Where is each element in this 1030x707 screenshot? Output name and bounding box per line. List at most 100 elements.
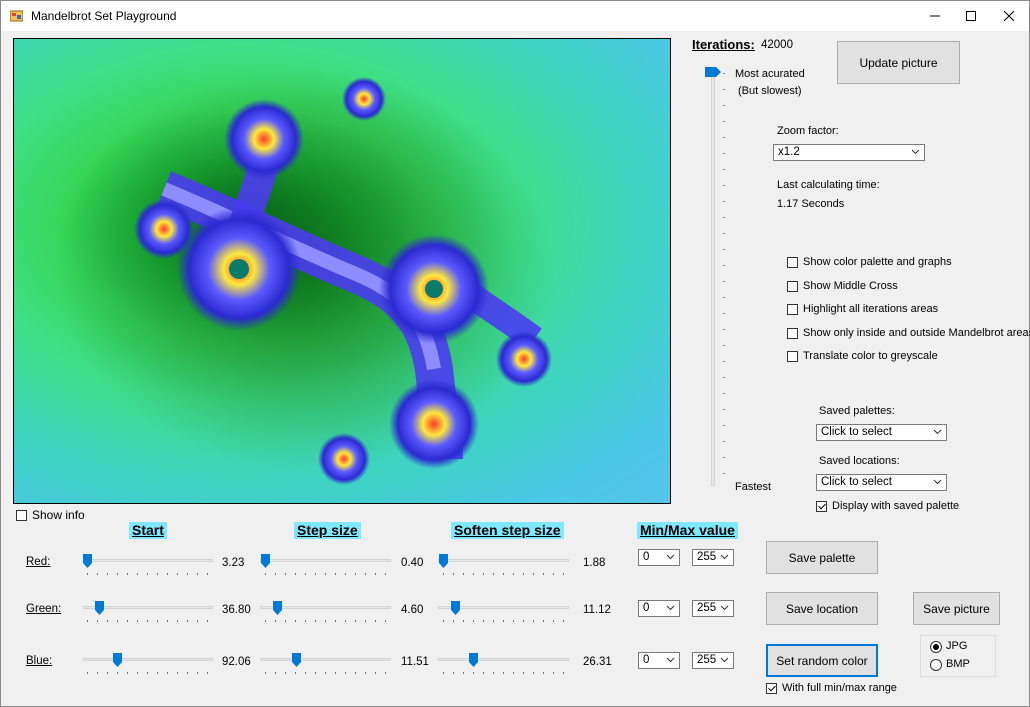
update-picture-button[interactable]: Update picture	[837, 41, 960, 84]
save-palette-button[interactable]: Save palette	[766, 541, 878, 574]
option-checkbox[interactable]	[787, 328, 798, 339]
calc-time-value: 1.17 Seconds	[777, 198, 845, 210]
slider-ticks	[443, 672, 565, 674]
zoom-factor-select[interactable]: x1.2	[773, 144, 925, 161]
saved-locations-select[interactable]: Click to select	[816, 474, 947, 491]
chevron-down-icon	[666, 554, 675, 560]
blue-step-value: 11.51	[401, 656, 429, 668]
red-max-value: 255	[697, 551, 717, 563]
save-location-button[interactable]: Save location	[766, 592, 878, 625]
saved-locations-label: Saved locations:	[819, 455, 900, 467]
maximize-button[interactable]	[951, 1, 991, 31]
red-step-thumb[interactable]	[261, 554, 270, 568]
fractal-picture[interactable]	[13, 38, 671, 504]
green-soften-value: 11.12	[583, 604, 611, 616]
green-start-value: 36.80	[222, 604, 251, 616]
calc-time-label: Last calculating time:	[777, 179, 880, 191]
red-start-slider[interactable]	[83, 559, 213, 562]
chevron-down-icon	[720, 605, 729, 611]
chevron-down-icon	[666, 657, 675, 663]
step-size-header: Step size	[294, 522, 361, 539]
save-picture-button[interactable]: Save picture	[913, 592, 1000, 625]
option-label: Show only inside and outside Mandelbrot …	[803, 327, 1030, 339]
display-saved-palette-checkbox[interactable]	[816, 501, 827, 512]
full-range-label: With full min/max range	[782, 682, 897, 694]
show-info-checkbox[interactable]	[16, 510, 27, 521]
fastest-label: Fastest	[735, 481, 772, 493]
app-icon	[10, 10, 23, 22]
slider-ticks	[87, 672, 209, 674]
saved-palettes-label: Saved palettes:	[819, 405, 895, 417]
maximize-icon	[966, 11, 976, 21]
slider-ticks	[443, 620, 565, 622]
iterations-value: 42000	[761, 39, 793, 51]
option-label: Show Middle Cross	[803, 280, 898, 292]
iterations-slider-track[interactable]	[711, 71, 715, 486]
minimize-icon	[930, 15, 940, 17]
green-step-thumb[interactable]	[273, 601, 282, 615]
green-start-thumb[interactable]	[95, 601, 104, 615]
option-label: Translate color to greyscale	[803, 350, 938, 362]
green-step-value: 4.60	[401, 604, 424, 616]
set-random-color-button[interactable]: Set random color	[766, 644, 878, 677]
bmp-label: BMP	[946, 658, 970, 670]
blue-start-slider[interactable]	[83, 658, 213, 661]
jpg-radio[interactable]	[930, 641, 942, 653]
blue-min-select[interactable]: 0	[638, 652, 680, 669]
red-min-value: 0	[643, 551, 650, 563]
iterations-slider-thumb[interactable]	[705, 67, 721, 77]
red-soften-thumb[interactable]	[439, 554, 448, 568]
jpg-label: JPG	[946, 640, 968, 652]
iterations-label: Iterations:	[692, 37, 755, 52]
blue-row-label: Blue:	[26, 655, 53, 667]
blue-start-thumb[interactable]	[113, 653, 122, 667]
bmp-radio[interactable]	[930, 659, 942, 671]
chevron-down-icon	[933, 479, 942, 485]
green-min-value: 0	[643, 602, 650, 614]
blue-step-slider[interactable]	[260, 658, 391, 661]
slider-ticks	[87, 620, 209, 622]
red-step-slider[interactable]	[260, 559, 391, 562]
option-checkbox[interactable]	[787, 304, 798, 315]
minimize-button[interactable]	[915, 1, 955, 31]
green-max-value: 255	[697, 602, 717, 614]
main-window: Mandelbrot Set Playground Show info Iter…	[0, 0, 1030, 707]
option-checkbox[interactable]	[787, 257, 798, 268]
red-start-thumb[interactable]	[83, 554, 92, 568]
red-row-label: Red:	[26, 556, 51, 568]
red-step-value: 0.40	[401, 557, 424, 569]
close-icon	[1004, 11, 1014, 21]
green-max-select[interactable]: 255	[692, 600, 734, 617]
slider-ticks	[265, 672, 387, 674]
saved-locations-value: Click to select	[821, 476, 892, 488]
red-min-select[interactable]: 0	[638, 549, 680, 566]
option-label: Show color palette and graphs	[803, 256, 952, 268]
chevron-down-icon	[666, 605, 675, 611]
red-start-value: 3.23	[222, 557, 245, 569]
slider-ticks	[265, 620, 387, 622]
option-checkbox[interactable]	[787, 281, 798, 292]
slider-ticks	[87, 573, 209, 575]
blue-min-value: 0	[643, 654, 650, 666]
blue-soften-slider[interactable]	[438, 658, 569, 661]
saved-palettes-select[interactable]: Click to select	[816, 424, 947, 441]
full-range-checkbox[interactable]	[766, 683, 777, 694]
most-accurate-label: Most acurated	[735, 68, 805, 80]
green-soften-thumb[interactable]	[451, 601, 460, 615]
option-checkbox[interactable]	[787, 351, 798, 362]
blue-max-select[interactable]: 255	[692, 652, 734, 669]
blue-soften-thumb[interactable]	[469, 653, 478, 667]
close-button[interactable]	[989, 1, 1029, 31]
saved-palettes-value: Click to select	[821, 426, 892, 438]
blue-step-thumb[interactable]	[292, 653, 301, 667]
slider-ticks	[265, 573, 387, 575]
zoom-factor-value: x1.2	[778, 146, 800, 158]
title-bar: Mandelbrot Set Playground	[1, 1, 1029, 31]
green-row-label: Green:	[26, 603, 62, 615]
start-header: Start	[129, 522, 167, 539]
green-min-select[interactable]: 0	[638, 600, 680, 617]
red-soften-slider[interactable]	[438, 559, 569, 562]
red-max-select[interactable]: 255	[692, 549, 734, 566]
blue-soften-value: 26.31	[583, 656, 612, 668]
zoom-factor-label: Zoom factor:	[777, 125, 839, 137]
